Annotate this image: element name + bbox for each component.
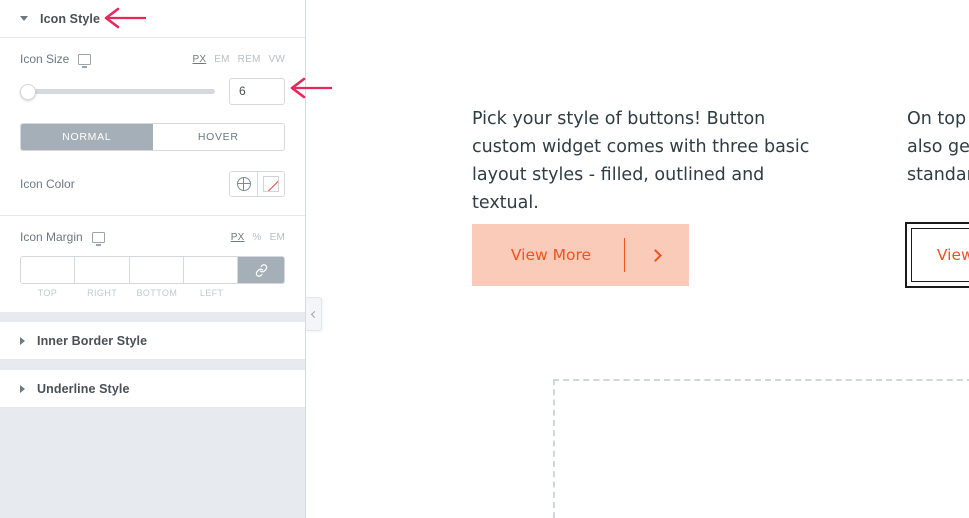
section-body-icon-style: Icon Size PX EM REM VW 6 NORMAL HOVER Ic… <box>0 38 305 312</box>
slider-thumb[interactable] <box>20 83 36 100</box>
chevron-left-icon <box>310 310 319 318</box>
icon-margin-label-group: Icon Margin <box>20 230 105 246</box>
icon-size-row: Icon Size PX EM REM VW <box>20 38 286 68</box>
icon-margin-label: Icon Margin <box>20 230 83 244</box>
margin-label-top: TOP <box>37 288 58 298</box>
icon-color-label: Icon Color <box>20 177 75 191</box>
tab-normal[interactable]: NORMAL <box>21 124 153 150</box>
unit-vw[interactable]: VW <box>268 54 285 65</box>
view-more-outlined-button[interactable]: View More <box>905 222 969 288</box>
panel-collapse-handle[interactable] <box>306 297 322 331</box>
icon-color-row: Icon Color <box>20 151 285 215</box>
margin-label-left: LEFT <box>199 288 224 298</box>
section-title: Underline Style <box>37 381 130 396</box>
margin-unit-em[interactable]: EM <box>270 232 285 243</box>
margin-label-right: RIGHT <box>87 288 118 298</box>
view-more-filled-label: View More <box>510 246 592 264</box>
caret-down-icon <box>20 16 28 21</box>
section-header-inner-border-style[interactable]: Inner Border Style <box>0 322 305 360</box>
settings-panel: Icon Style Icon Size PX EM REM VW 6 NORM… <box>0 0 306 518</box>
margin-bottom-input[interactable] <box>129 257 184 283</box>
unit-px[interactable]: PX <box>193 54 207 65</box>
caret-right-icon <box>20 384 25 393</box>
view-more-outlined-label: View More <box>911 228 969 282</box>
margin-label-spacer <box>239 288 285 298</box>
preview-canvas: Pick your style of buttons! Button custo… <box>307 0 969 518</box>
app-root: Icon Style Icon Size PX EM REM VW 6 NORM… <box>0 0 969 518</box>
column-2-paragraph: On top of that, you also get a set of st… <box>907 109 969 185</box>
state-tabs: NORMAL HOVER <box>20 123 285 151</box>
link-icon[interactable] <box>238 257 284 283</box>
icon-margin-labels: TOP RIGHT BOTTOM LEFT <box>20 288 285 298</box>
slider-track <box>20 89 215 94</box>
chevron-right-icon <box>625 248 689 262</box>
section-header-underline-style[interactable]: Underline Style <box>0 370 305 408</box>
margin-right-input[interactable] <box>75 257 130 283</box>
margin-unit-percent[interactable]: % <box>253 232 262 243</box>
icon-color-swatches <box>229 171 285 197</box>
icon-margin-inputs <box>20 256 285 284</box>
icon-size-label: Icon Size <box>20 52 70 66</box>
monitor-icon[interactable] <box>78 53 92 68</box>
caret-right-icon <box>20 336 25 345</box>
section-gap <box>0 360 305 370</box>
tab-hover[interactable]: HOVER <box>152 124 284 150</box>
margin-unit-px[interactable]: PX <box>231 232 245 243</box>
margin-label-bottom: BOTTOM <box>136 288 178 298</box>
icon-size-input[interactable]: 6 <box>229 78 285 105</box>
icon-size-control: 6 <box>20 66 285 105</box>
no-color-swatch[interactable] <box>257 172 284 196</box>
margin-top-input[interactable] <box>21 257 76 283</box>
globe-icon[interactable] <box>230 172 257 196</box>
icon-size-units: PX EM REM VW <box>193 54 286 65</box>
view-more-filled-button[interactable]: View More <box>472 224 689 286</box>
preview-column-2: On top of that, you also get a set of st… <box>907 105 969 189</box>
section-header-icon-style[interactable]: Icon Style <box>0 0 305 38</box>
icon-margin-units: PX % EM <box>231 232 285 243</box>
section-gap <box>0 312 305 322</box>
column-1-paragraph: Pick your style of buttons! Button custo… <box>472 109 810 213</box>
margin-left-input[interactable] <box>183 257 238 283</box>
unit-em[interactable]: EM <box>214 54 229 65</box>
preview-column-1: Pick your style of buttons! Button custo… <box>472 105 832 217</box>
icon-margin-row: Icon Margin PX % EM <box>20 216 285 246</box>
monitor-icon[interactable] <box>91 231 105 246</box>
section-title: Icon Style <box>40 11 101 26</box>
icon-size-label-group: Icon Size <box>20 52 92 68</box>
unit-rem[interactable]: REM <box>238 54 261 65</box>
empty-section-placeholder[interactable] <box>553 379 969 518</box>
icon-size-slider[interactable] <box>20 82 215 102</box>
section-title: Inner Border Style <box>37 333 148 348</box>
